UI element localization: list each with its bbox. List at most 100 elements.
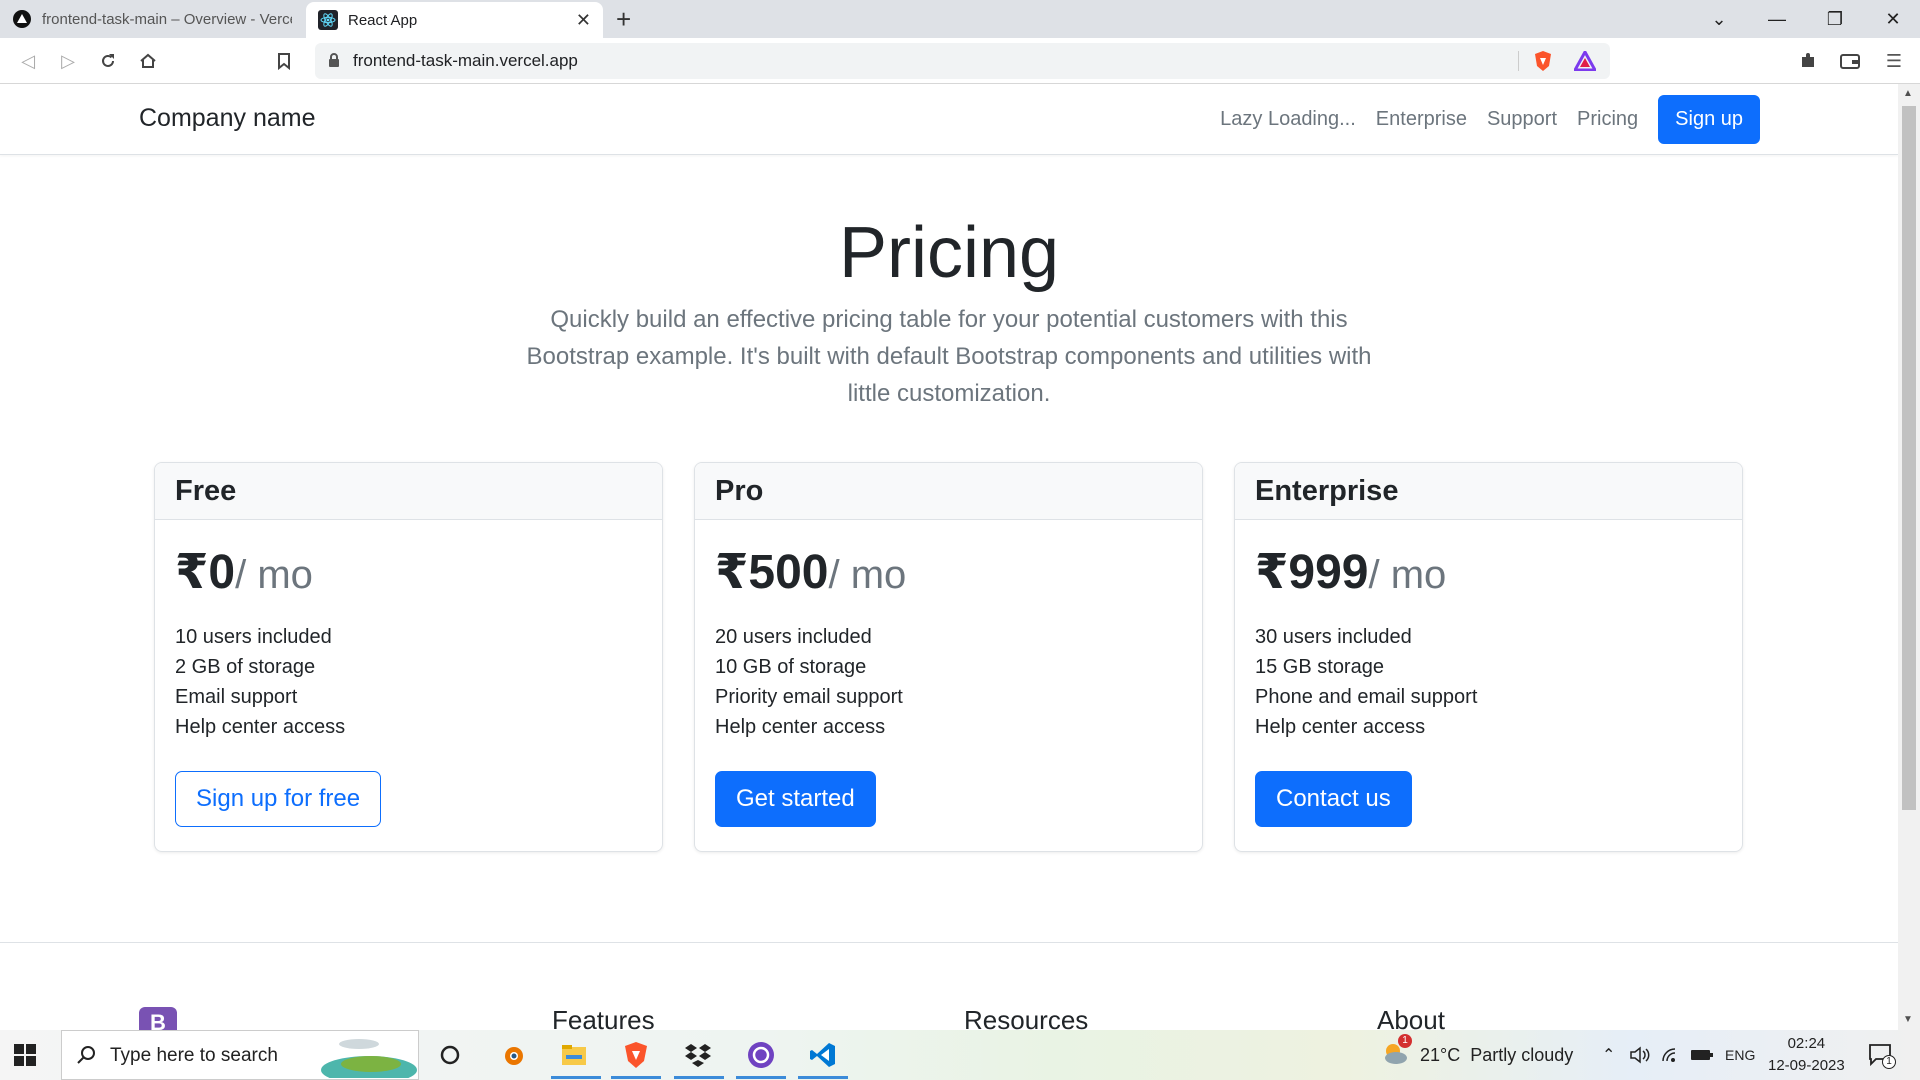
browser-tab-react-app[interactable]: React App ✕ [306, 2, 603, 38]
scroll-up-arrow-icon[interactable]: ▲ [1903, 88, 1913, 99]
weather-condition: Partly cloudy [1470, 1044, 1574, 1065]
notifications-icon[interactable]: 1 [1868, 1030, 1896, 1080]
wallet-icon[interactable] [1838, 49, 1862, 73]
windows-taskbar: Type here to search 1 21°C Partly cloudy… [0, 1030, 1920, 1080]
windows-start-icon[interactable] [14, 1044, 36, 1066]
show-hidden-icons-chevron-icon[interactable]: ⌃ [1602, 1030, 1615, 1080]
sign-up-button[interactable]: Sign up [1658, 95, 1760, 144]
wifi-icon[interactable] [1661, 1030, 1681, 1080]
pricing-header: Pricing Quickly build an effective prici… [0, 217, 1898, 412]
divider [1518, 51, 1519, 71]
bookmark-icon[interactable] [272, 49, 296, 73]
window-controls: ⌄ — ❐ ✕ [1690, 0, 1920, 38]
react-icon [318, 10, 338, 30]
sign-up-for-free-button[interactable]: Sign up for free [175, 771, 382, 827]
plan-price: ₹0/ mo [175, 544, 642, 604]
nav-link-support[interactable]: Support [1487, 108, 1557, 131]
browser-tab-bar: frontend-task-main – Overview - Vercel R… [0, 0, 1920, 38]
scrollbar-thumb[interactable] [1902, 106, 1916, 810]
footer-heading-features: Features [552, 1005, 655, 1030]
browser-tab-vercel[interactable]: frontend-task-main – Overview - Vercel [0, 0, 305, 38]
active-app-indicator [674, 1076, 724, 1079]
github-desktop-icon[interactable] [745, 1039, 777, 1071]
feature-list: 30 users included 15 GB storage Phone an… [1255, 622, 1722, 742]
brave-shield-icon[interactable] [1533, 50, 1553, 77]
home-icon[interactable] [136, 49, 160, 73]
nav-link-pricing[interactable]: Pricing [1577, 108, 1638, 131]
active-app-indicator [736, 1076, 786, 1079]
price-period: / mo [828, 553, 907, 597]
brand-name[interactable]: Company name [139, 104, 315, 133]
minimize-icon[interactable]: — [1748, 9, 1806, 30]
tab-search-chevron-icon[interactable]: ⌄ [1690, 9, 1748, 30]
weather-temperature: 21°C [1420, 1044, 1461, 1065]
lock-icon [328, 52, 340, 73]
feature-item: Phone and email support [1255, 686, 1478, 708]
tab-title: frontend-task-main – Overview - Vercel [42, 10, 292, 28]
pricing-card-free: Free ₹0/ mo 10 users included 2 GB of st… [154, 462, 663, 852]
input-language[interactable]: ENG [1725, 1030, 1755, 1080]
weather-alert-badge: 1 [1398, 1033, 1412, 1048]
brave-browser-icon[interactable] [620, 1039, 652, 1071]
feature-item: Help center access [715, 716, 886, 738]
feature-item: 15 GB storage [1255, 656, 1384, 678]
forward-icon[interactable]: ▷ [56, 49, 80, 73]
nav-link-enterprise[interactable]: Enterprise [1376, 108, 1467, 131]
address-bar[interactable]: frontend-task-main.vercel.app [315, 43, 1610, 79]
contact-us-button[interactable]: Contact us [1255, 771, 1412, 827]
blender-icon[interactable] [496, 1039, 528, 1071]
nav-link-lazy-loading[interactable]: Lazy Loading... [1220, 108, 1356, 131]
site-footer: B Features Resources About [0, 942, 1898, 1030]
get-started-button[interactable]: Get started [715, 771, 876, 827]
search-icon [76, 1044, 98, 1071]
file-explorer-icon[interactable] [558, 1039, 590, 1071]
extensions-puzzle-icon[interactable] [1796, 49, 1820, 73]
weather-cloud-icon: 1 [1380, 1033, 1412, 1073]
battery-icon[interactable] [1690, 1030, 1714, 1080]
url-text: frontend-task-main.vercel.app [353, 51, 578, 70]
pricing-cards: Free ₹0/ mo 10 users included 2 GB of st… [154, 462, 1743, 852]
scroll-down-arrow-icon[interactable]: ▼ [1903, 1014, 1913, 1025]
weather-widget[interactable]: 1 21°C Partly cloudy [1380, 1030, 1573, 1080]
pricing-card-enterprise: Enterprise ₹999/ mo 30 users included 15… [1234, 462, 1743, 852]
site-navbar: Company name Lazy Loading... Enterprise … [0, 84, 1898, 155]
price-amount: ₹999 [1255, 546, 1369, 599]
feature-item: Email support [175, 686, 298, 708]
feature-item: 10 GB of storage [715, 656, 867, 678]
active-app-indicator [611, 1076, 661, 1079]
close-tab-icon[interactable]: ✕ [576, 10, 591, 31]
plan-name: Enterprise [1235, 463, 1742, 520]
page-scrollbar[interactable]: ▲ ▼ [1898, 84, 1920, 1030]
dropbox-icon[interactable] [682, 1039, 714, 1071]
feature-item: 2 GB of storage [175, 656, 316, 678]
taskbar-search-box[interactable]: Type here to search [61, 1030, 419, 1080]
system-clock[interactable]: 02:24 12-09-2023 [1768, 1033, 1845, 1077]
page-viewport: Company name Lazy Loading... Enterprise … [0, 84, 1898, 1030]
price-period: / mo [235, 553, 313, 597]
price-amount: ₹0 [175, 546, 236, 599]
feature-list: 20 users included 10 GB of storage Prior… [715, 622, 1182, 742]
search-highlight-illustration [319, 1036, 419, 1080]
feature-item: Help center access [1255, 716, 1426, 738]
vscode-icon[interactable] [807, 1039, 839, 1071]
vercel-triangle-icon [12, 9, 32, 29]
volume-icon[interactable] [1630, 1030, 1652, 1080]
back-icon[interactable]: ◁ [16, 49, 40, 73]
tab-title: React App [348, 11, 418, 29]
cortana-icon[interactable] [434, 1039, 466, 1071]
new-tab-plus-icon[interactable]: + [616, 4, 631, 35]
search-placeholder: Type here to search [110, 1045, 278, 1066]
browser-toolbar: ◁ ▷ frontend-task-main.vercel.app ☰ [0, 38, 1920, 84]
close-window-icon[interactable]: ✕ [1864, 9, 1920, 30]
brave-rewards-icon[interactable] [1572, 48, 1598, 76]
page-subtitle: Quickly build an effective pricing table… [526, 306, 1372, 407]
menu-icon[interactable]: ☰ [1882, 49, 1906, 73]
feature-item: 30 users included [1255, 626, 1412, 648]
feature-list: 10 users included 2 GB of storage Email … [175, 622, 642, 742]
footer-heading-about: About [1377, 1005, 1445, 1030]
reload-icon[interactable] [96, 49, 120, 73]
maximize-icon[interactable]: ❐ [1806, 9, 1864, 30]
bootstrap-logo-icon: B [139, 1007, 177, 1030]
plan-name: Pro [695, 463, 1202, 520]
feature-item: 20 users included [715, 626, 872, 648]
